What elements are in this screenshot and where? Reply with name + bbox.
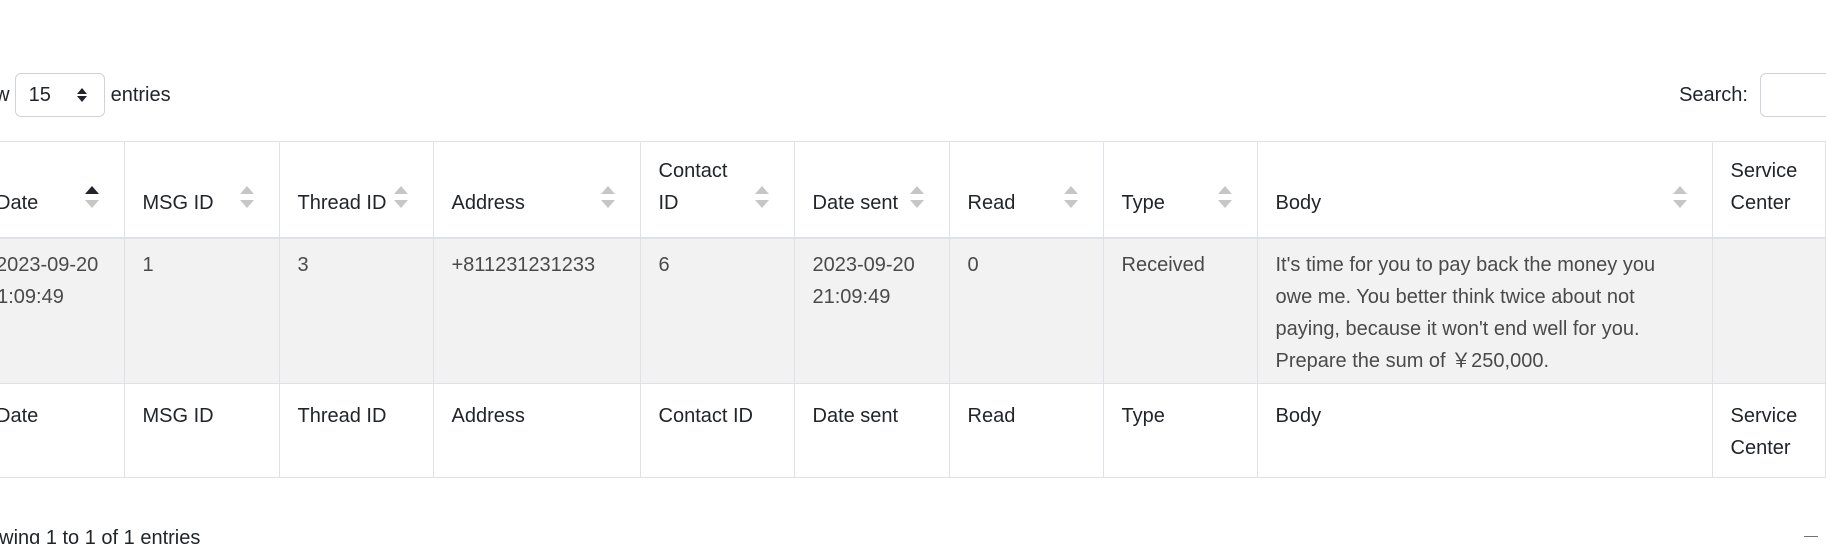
footer-thread-id: Thread ID [279,383,434,478]
footer-body: Body [1257,383,1713,478]
footer-label: Date [0,405,39,427]
search-input[interactable] [1760,73,1826,117]
search-control: Search: [1679,73,1826,117]
column-header-label: Body [1275,191,1322,214]
cell-service-center [1712,237,1826,384]
pagination-edge[interactable] [1804,536,1818,537]
cell-read: 0 [949,237,1104,384]
column-header-label: Address [451,191,525,214]
search-label: Search: [1679,83,1748,106]
cell-type: Received [1103,237,1258,384]
column-header-date-sent[interactable]: Date sent [794,141,950,239]
table-body: 2023-09-20 21:09:49 1 3 +811231231233 6 … [0,237,1826,384]
table-row[interactable]: 2023-09-20 21:09:49 1 3 +811231231233 6 … [0,237,1826,384]
cell-thread-id: 3 [279,237,434,384]
entries-per-page-select[interactable]: 15 [14,73,105,117]
sort-icon [600,186,615,208]
footer-contact-id: Contact ID [640,383,795,478]
column-header-label: Type [1121,191,1165,214]
column-header-address[interactable]: Address [433,141,641,239]
footer-msg-id: MSG ID [124,383,280,478]
page: ow 15 entries Search: Date [0,0,1826,544]
cell-date-sent: 2023-09-20 21:09:49 [794,237,950,384]
column-header-thread-id[interactable]: Thread ID [279,141,434,239]
table-info: owing 1 to 1 of 1 entries [0,527,201,544]
sort-ascending-icon [84,186,99,208]
sort-icon [1217,186,1232,208]
sort-icon [909,186,924,208]
sort-icon [393,186,408,208]
cell-contact-id: 6 [640,237,795,384]
column-header-body[interactable]: Body [1257,141,1713,239]
sort-icon [1672,186,1687,208]
length-control: ow 15 entries [0,73,171,117]
column-header-msg-id[interactable]: MSG ID [124,141,280,239]
cell-address: +811231231233 [433,237,641,384]
column-header-date[interactable]: Date [0,141,125,239]
sort-icon [754,186,769,208]
column-header-label: Read [967,191,1016,214]
footer-service-center: Service Center [1712,383,1826,478]
column-header-label: Date sent [812,191,899,214]
sort-icon [239,186,254,208]
entries-per-page-value: 15 [28,83,51,106]
messages-table: Date MSG ID Thread ID Address Contact ID… [0,141,1826,478]
footer-date-sent: Date sent [794,383,950,478]
column-header-type[interactable]: Type [1103,141,1258,239]
column-header-label: Service Center [1730,159,1798,214]
footer-type: Type [1103,383,1258,478]
column-header-label: Thread ID [297,191,387,214]
column-header-label: Date [0,191,39,214]
cell-body: It's time for you to pay back the money … [1257,237,1713,384]
cell-date-line-2: 21:09:49 [0,285,64,308]
footer-date: Date [0,383,125,478]
cell-date-line-1: 2023-09-20 [0,253,99,276]
column-header-contact-id[interactable]: Contact ID [640,141,795,239]
column-header-label: MSG ID [142,191,214,214]
select-arrows-icon [76,88,87,102]
footer-address: Address [433,383,641,478]
cell-msg-id: 1 [124,237,280,384]
messages-table-wrapper: Date MSG ID Thread ID Address Contact ID… [0,141,1826,478]
sort-icon [1063,186,1078,208]
footer-read: Read [949,383,1104,478]
column-header-service-center[interactable]: Service Center [1712,141,1826,239]
length-label-prefix: ow [0,83,10,106]
table-header: Date MSG ID Thread ID Address Contact ID… [0,141,1826,239]
cell-date: 2023-09-20 21:09:49 [0,237,125,384]
length-label-suffix: entries [110,83,171,106]
column-header-label: Contact ID [658,159,728,214]
column-header-read[interactable]: Read [949,141,1104,239]
table-footer: Date MSG ID Thread ID Address Contact ID… [0,383,1826,478]
